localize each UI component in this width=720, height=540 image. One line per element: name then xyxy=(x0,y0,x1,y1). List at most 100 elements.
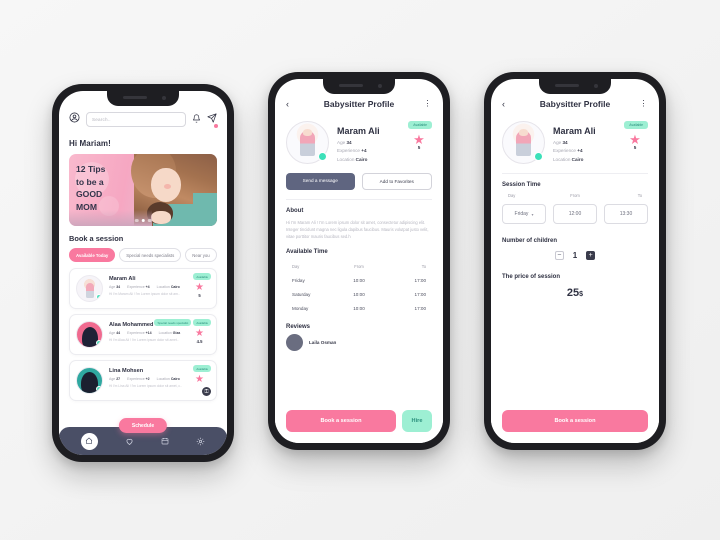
bottom-nav-wrap: Schedule xyxy=(59,418,227,455)
star-icon: ★ xyxy=(195,282,204,293)
nav-favorites-icon[interactable] xyxy=(125,437,134,446)
cell-to: 17:00 xyxy=(414,278,427,284)
chip-near-you[interactable]: Near you xyxy=(185,248,217,262)
status-dot xyxy=(96,340,102,346)
avatar xyxy=(76,367,103,394)
status-dot xyxy=(534,152,543,161)
sitter-experience: Experience +14 xyxy=(127,331,152,335)
increment-button[interactable]: + xyxy=(586,251,596,260)
sitter-card[interactable]: Lina Mohsen Age 27 Experience +2 Locatio… xyxy=(69,360,217,401)
carousel-dot-active[interactable] xyxy=(141,218,145,222)
chevron-down-icon: ▾ xyxy=(531,211,534,217)
about-title: About xyxy=(286,208,304,214)
page-title: Babysitter Profile xyxy=(323,99,395,109)
star-icon: ★ xyxy=(195,374,204,385)
cell-to: 17:00 xyxy=(414,306,427,312)
specialist-badge: Special needs specialist xyxy=(154,319,192,326)
nav-home-icon[interactable] xyxy=(80,432,98,450)
back-icon[interactable]: ‹ xyxy=(502,99,512,109)
sitter-age: Age 34 xyxy=(337,139,352,145)
sitter-card[interactable]: Maram Ali Age 34 Experience +4 Location … xyxy=(69,268,217,309)
decrement-button[interactable]: − xyxy=(554,251,564,260)
banner-line-2: to be a xyxy=(76,176,104,187)
banner-line-4: MOM xyxy=(76,201,98,212)
star-icon: ★ xyxy=(195,328,204,339)
review-item: Laila Osman xyxy=(286,333,432,351)
table-row: Monday 10:00 17:00 xyxy=(286,302,432,316)
sitter-age: Age 44 xyxy=(109,331,121,335)
phone-home: Search.. Hi Mariam! 12 Tips to be a GOOD… xyxy=(52,84,234,462)
booking-cta-bar: Book a session xyxy=(491,401,659,443)
cell-day: Friday xyxy=(292,278,305,284)
price-currency: $ xyxy=(579,291,584,298)
banner-line-3: GOOD xyxy=(76,189,103,199)
col-to: To xyxy=(421,264,427,270)
cell-day: Saturday xyxy=(292,292,311,298)
carousel-dots[interactable] xyxy=(134,218,152,222)
sitter-name: Maram Ali xyxy=(109,276,136,282)
book-session-button[interactable]: Book a session xyxy=(502,410,648,432)
more-icon[interactable]: ⋮ xyxy=(422,100,432,108)
price-number: 25 xyxy=(566,287,580,299)
status-badge: Available xyxy=(193,273,211,280)
back-icon[interactable]: ‹ xyxy=(286,99,296,109)
lock-icon: ⚿ xyxy=(202,387,211,396)
day-value: Friday xyxy=(514,211,529,217)
promo-banner[interactable]: 12 Tips to be a GOOD MOM xyxy=(69,154,217,226)
filter-chips: Available Today Special needs specialist… xyxy=(69,248,217,262)
search-input[interactable]: Search.. xyxy=(86,111,186,127)
sitter-card[interactable]: Alaa Mohammed Age 44 Experience +14 Loca… xyxy=(69,314,217,355)
divider xyxy=(286,199,432,200)
col-from: From xyxy=(354,264,364,270)
status-dot xyxy=(318,152,327,161)
add-to-favorites-button[interactable]: Add to Favorites xyxy=(361,173,432,190)
to-time-input[interactable]: 13:30 xyxy=(604,204,648,224)
day-select[interactable]: Friday ▾ xyxy=(502,204,546,224)
sitter-experience: Experience +4 xyxy=(553,148,583,153)
avatar xyxy=(76,321,103,348)
card-badges: Special needs specialist Available xyxy=(154,319,211,326)
sitter-bio: Hi I'm Lina Ali ! I'm Lorem ipsum dolor … xyxy=(109,384,182,388)
bell-icon[interactable] xyxy=(192,110,201,128)
chip-special-needs[interactable]: Special needs specialists xyxy=(119,248,182,262)
carousel-dot[interactable] xyxy=(147,218,152,222)
hire-button[interactable]: Hire xyxy=(402,410,432,432)
carousel-dot[interactable] xyxy=(134,218,139,222)
star-icon: ★ xyxy=(629,132,641,147)
nav-calendar-icon[interactable] xyxy=(161,437,169,445)
divider xyxy=(502,173,648,174)
children-stepper: − 1 + xyxy=(502,251,648,260)
about-text: Hi I'm Maram Ali ! I'm Lorem ipsum dolor… xyxy=(286,220,429,240)
sitter-experience: Experience +4 xyxy=(337,148,367,153)
sitter-name: Lina Mohsen xyxy=(109,368,144,374)
more-icon[interactable]: ⋮ xyxy=(638,100,648,108)
send-message-button[interactable]: Send a message xyxy=(286,173,355,190)
label-day: Day xyxy=(508,193,516,198)
schedule-button[interactable]: Schedule xyxy=(118,418,168,433)
rating-value: 4.5 xyxy=(196,339,203,344)
sitter-location: Location Cairo xyxy=(553,156,584,162)
sitter-age: Age 27 xyxy=(109,377,121,381)
phone-booking: ‹ Babysitter Profile ⋮ Maram Ali Age 34 … xyxy=(484,72,666,450)
rating-value: 5 xyxy=(633,145,637,150)
profile-icon[interactable] xyxy=(69,110,80,128)
star-icon: ★ xyxy=(413,132,425,147)
label-from: From xyxy=(570,193,580,198)
sitter-experience: Experience +4 xyxy=(127,285,150,289)
send-icon[interactable] xyxy=(207,110,218,128)
status-badge: Available xyxy=(408,121,432,129)
col-day: Day xyxy=(292,264,300,270)
status-dot xyxy=(96,294,102,300)
banner-line-1: 12 Tips xyxy=(76,164,106,174)
chip-available-today[interactable]: Available Today xyxy=(69,248,116,262)
rating-value: 5 xyxy=(417,145,421,150)
from-time-input[interactable]: 12:00 xyxy=(553,204,597,224)
cell-from: 10:00 xyxy=(353,292,365,298)
phone-profile: ‹ Babysitter Profile ⋮ Maram Ali Age 34 … xyxy=(268,72,450,450)
book-session-button[interactable]: Book a session xyxy=(286,410,396,432)
greeting-text: Hi Mariam! xyxy=(69,139,111,148)
sitter-age: Age 34 xyxy=(553,139,568,145)
children-title: Number of children xyxy=(502,238,558,244)
nav-settings-icon[interactable] xyxy=(196,437,205,446)
home-screen: Search.. Hi Mariam! 12 Tips to be a GOOD… xyxy=(59,91,227,455)
